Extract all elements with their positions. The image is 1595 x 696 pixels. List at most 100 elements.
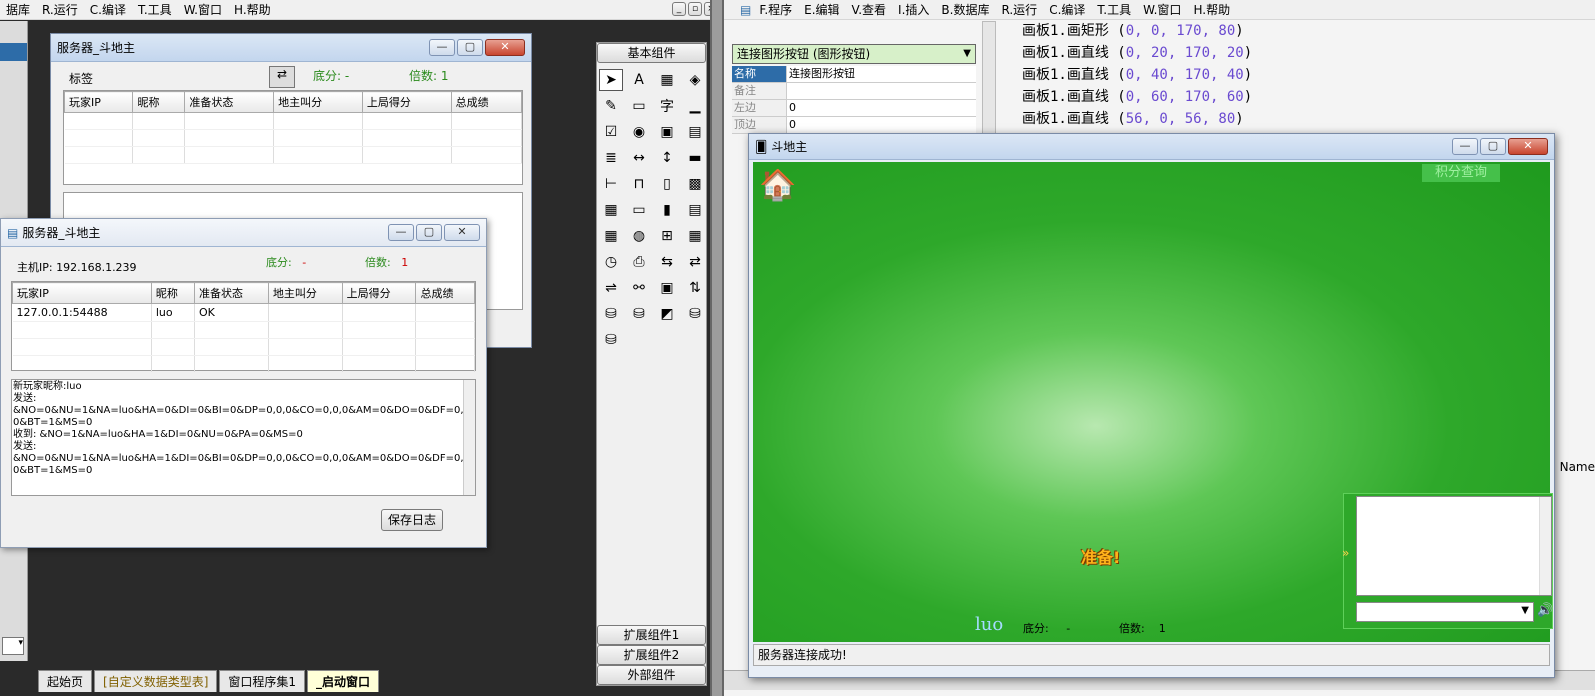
radio-icon[interactable]: ◉ bbox=[627, 121, 651, 143]
connect-icon[interactable]: ⇅ bbox=[683, 277, 707, 299]
save-log-button[interactable]: 保存日志 bbox=[381, 509, 443, 531]
link-icon[interactable]: ⚯ bbox=[627, 277, 651, 299]
clock-icon[interactable]: ◷ bbox=[599, 251, 623, 273]
tree-icon[interactable]: ⊞ bbox=[655, 225, 679, 247]
code-editor[interactable]: 画板1.画矩形 (0, 0, 170, 80) 画板1.画直线 (0, 20, 1… bbox=[1022, 20, 1252, 130]
column-header[interactable]: 准备状态 bbox=[184, 91, 275, 113]
column-header[interactable]: 昵称 bbox=[132, 91, 186, 113]
menu-item-9[interactable]: H.帮助 bbox=[1187, 1, 1236, 18]
hscroll-icon[interactable]: ↔ bbox=[627, 147, 651, 169]
ready-label[interactable]: 准备! bbox=[1081, 544, 1120, 568]
server-log[interactable]: 新玩家昵称:luo 发送: &NO=0&NU=1&NA=luo&HA=0&DI=0&… bbox=[11, 379, 476, 496]
table-icon[interactable]: ▦ bbox=[599, 225, 623, 247]
odbc-icon[interactable]: ⛁ bbox=[683, 303, 707, 325]
designer-table[interactable]: 玩家IP 昵称 准备状态 地主叫分 上局得分 总成绩 bbox=[63, 90, 523, 185]
close-icon[interactable]: ✕ bbox=[444, 224, 480, 241]
property-row[interactable]: 备注 bbox=[732, 83, 976, 100]
image-icon[interactable]: ▩ bbox=[683, 173, 707, 195]
code-line[interactable]: 画板1.画直线 (56, 0, 56, 80) bbox=[1022, 108, 1252, 130]
minimize-icon[interactable]: — bbox=[429, 39, 455, 56]
shape-icon[interactable]: ◈ bbox=[683, 69, 707, 91]
client-icon[interactable]: ⇄ bbox=[683, 251, 707, 273]
button-icon[interactable]: ▭ bbox=[627, 95, 651, 117]
property-value[interactable]: 连接图形按钮 bbox=[786, 66, 976, 82]
column-header[interactable]: 准备状态 bbox=[194, 282, 269, 304]
globe-icon[interactable]: ◍ bbox=[627, 225, 651, 247]
column-header[interactable]: 总成绩 bbox=[450, 91, 523, 113]
menu-item-1[interactable]: E.编辑 bbox=[798, 1, 845, 18]
checkbox-icon[interactable]: ☑ bbox=[599, 121, 623, 143]
menu-item-8[interactable]: W.窗口 bbox=[1137, 1, 1187, 18]
frame-icon[interactable]: ▁ bbox=[683, 95, 707, 117]
tab-1[interactable]: [自定义数据类型表] bbox=[94, 670, 218, 692]
close-icon[interactable]: ✕ bbox=[1508, 138, 1548, 155]
ruler-icon[interactable]: ⊢ bbox=[599, 173, 623, 195]
menu-item-0[interactable]: 据库 bbox=[0, 1, 36, 18]
minimize-icon[interactable]: — bbox=[388, 224, 414, 241]
tab-2[interactable]: 窗口程序集1 bbox=[219, 670, 306, 692]
chat-toggle-icon[interactable]: » bbox=[1342, 546, 1349, 560]
property-row[interactable]: 名称 连接图形按钮 bbox=[732, 66, 976, 83]
log-scrollbar[interactable] bbox=[463, 380, 475, 495]
menu-item-5[interactable]: H.帮助 bbox=[228, 1, 277, 18]
label-icon[interactable]: 字 bbox=[655, 95, 679, 117]
doc-icon[interactable]: ▤ bbox=[683, 199, 707, 221]
printer-icon[interactable]: ⎙ bbox=[627, 251, 651, 273]
side-dropdown[interactable]: ▾ bbox=[2, 637, 24, 655]
tab-0[interactable]: 起始页 bbox=[38, 670, 93, 692]
menu-item-7[interactable]: T.工具 bbox=[1091, 1, 1137, 18]
code-line[interactable]: 画板1.画直线 (0, 20, 170, 20) bbox=[1022, 42, 1252, 64]
server-icon[interactable]: ⇆ bbox=[655, 251, 679, 273]
menu-item-6[interactable]: C.编译 bbox=[1043, 1, 1091, 18]
db-icon[interactable]: ⛁ bbox=[599, 303, 623, 325]
file-icon[interactable]: ▯ bbox=[655, 173, 679, 195]
toolbox-footer-1[interactable]: 扩展组件2 bbox=[597, 645, 706, 665]
column-header[interactable]: 昵称 bbox=[150, 282, 196, 304]
list-icon[interactable]: ≣ bbox=[599, 147, 623, 169]
menu-item-0[interactable]: F.程序 bbox=[753, 1, 798, 18]
tab-icon[interactable]: ⊓ bbox=[627, 173, 651, 195]
menu-item-4[interactable]: W.窗口 bbox=[178, 1, 228, 18]
column-header[interactable]: 上局得分 bbox=[341, 282, 417, 304]
player-table[interactable]: 玩家IP 昵称 准备状态 地主叫分 上局得分 总成绩 127.0.0.1:54488 luo O… bbox=[11, 281, 476, 373]
menu-item-3[interactable]: I.插入 bbox=[892, 1, 935, 18]
column-header[interactable]: 总成绩 bbox=[415, 282, 475, 304]
dbf-icon[interactable]: ▮ bbox=[655, 199, 679, 221]
menu-item-1[interactable]: R.运行 bbox=[36, 1, 84, 18]
column-header[interactable]: 地主叫分 bbox=[273, 91, 363, 113]
close-icon[interactable]: ✕ bbox=[485, 39, 525, 56]
text-icon[interactable]: A bbox=[627, 69, 651, 91]
listbox-icon[interactable]: ▤ bbox=[683, 121, 707, 143]
menu-item-4[interactable]: B.数据库 bbox=[935, 1, 995, 18]
db2-icon[interactable]: ⛁ bbox=[627, 303, 651, 325]
combo-icon[interactable]: ▭ bbox=[627, 199, 651, 221]
menu-item-2[interactable]: C.编译 bbox=[84, 1, 132, 18]
property-row[interactable]: 顶边 0 bbox=[732, 117, 976, 134]
picture-icon[interactable]: ▦ bbox=[655, 69, 679, 91]
minimize-icon[interactable]: — bbox=[1452, 138, 1478, 155]
vscroll-icon[interactable]: ↕ bbox=[655, 147, 679, 169]
toolbox-footer-0[interactable]: 扩展组件1 bbox=[597, 625, 706, 645]
maximize-icon[interactable]: ▢ bbox=[416, 224, 442, 241]
minimize-icon[interactable]: _ bbox=[672, 2, 686, 16]
pointer-icon[interactable]: ➤ bbox=[599, 69, 623, 91]
grid-icon[interactable]: ▦ bbox=[599, 199, 623, 221]
menu-item-2[interactable]: V.查看 bbox=[846, 1, 892, 18]
table-row[interactable] bbox=[12, 321, 475, 339]
code-line[interactable]: 画板1.画矩形 (0, 0, 170, 80) bbox=[1022, 20, 1252, 42]
maximize-icon[interactable]: ▢ bbox=[1480, 138, 1506, 155]
chart-icon[interactable]: ◩ bbox=[655, 303, 679, 325]
edit-icon[interactable]: ✎ bbox=[599, 95, 623, 117]
chat-log[interactable] bbox=[1356, 496, 1552, 596]
tab-3[interactable]: _启动窗口 bbox=[307, 670, 380, 692]
panel-icon[interactable]: ▣ bbox=[655, 121, 679, 143]
net-icon[interactable]: ⇌ bbox=[599, 277, 623, 299]
component-select[interactable]: 连接图形按钮 (图形按钮) ▼ bbox=[732, 44, 976, 64]
property-value[interactable]: 0 bbox=[786, 117, 976, 133]
property-value[interactable] bbox=[786, 83, 976, 99]
splitter[interactable] bbox=[710, 0, 724, 696]
property-value[interactable]: 0 bbox=[786, 100, 976, 116]
menu-item-5[interactable]: R.运行 bbox=[995, 1, 1043, 18]
table-row[interactable] bbox=[12, 338, 475, 356]
table-row[interactable] bbox=[12, 355, 475, 373]
